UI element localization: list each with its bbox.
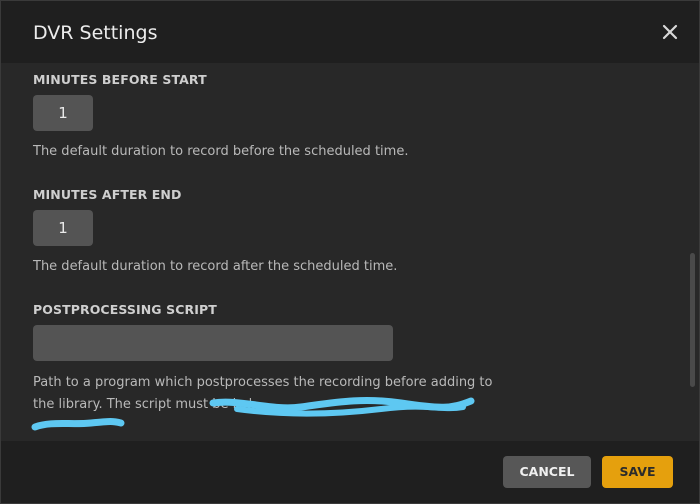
minutes-before-start-field[interactable]: 1	[33, 95, 93, 131]
dialog-footer: CANCEL SAVE	[1, 441, 699, 503]
postprocessing-script-label: POSTPROCESSING SCRIPT	[33, 302, 217, 317]
content-scrollbar[interactable]	[690, 253, 695, 387]
settings-content[interactable]: MINUTES BEFORE START 1 The default durat…	[1, 63, 699, 441]
close-button[interactable]	[659, 21, 681, 43]
postprocessing-script-description: Path to a program which postprocesses th…	[33, 375, 493, 412]
postprocessing-script-input[interactable]	[33, 325, 393, 361]
close-icon	[662, 24, 678, 40]
cancel-button[interactable]: CANCEL	[503, 456, 591, 488]
save-button[interactable]: SAVE	[602, 456, 673, 488]
dialog-title: DVR Settings	[33, 22, 158, 44]
dvr-settings-dialog: DVR Settings MINUTES BEFORE START 1 The …	[0, 0, 700, 504]
minutes-after-end-field[interactable]: 1	[33, 210, 93, 246]
minutes-after-end-label: MINUTES AFTER END	[33, 187, 182, 202]
minutes-after-end-description: The default duration to record after the…	[33, 259, 398, 274]
minutes-before-start-label: MINUTES BEFORE START	[33, 72, 207, 87]
minutes-before-start-description: The default duration to record before th…	[33, 144, 409, 159]
dialog-header: DVR Settings	[1, 1, 699, 63]
